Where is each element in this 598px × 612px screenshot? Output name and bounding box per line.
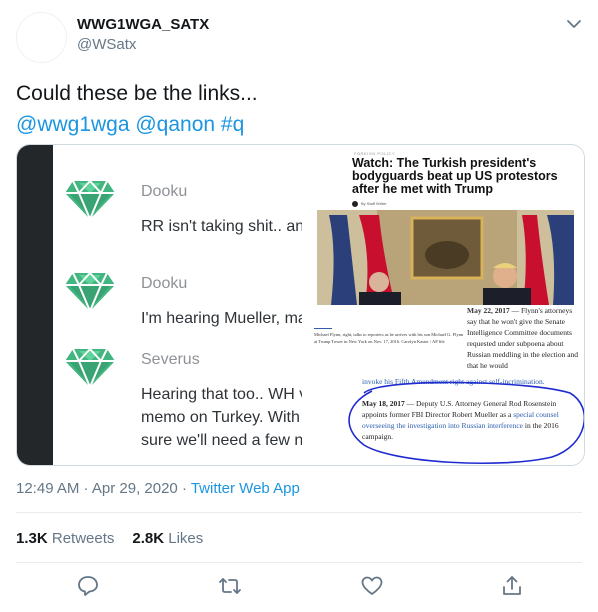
article-date: May 18, 2017 <box>362 399 405 408</box>
retweets-count: 1.3K <box>16 530 48 547</box>
divider <box>16 562 582 563</box>
divider <box>16 512 582 513</box>
article-link: invoke his Fifth Amendment right against… <box>362 377 545 386</box>
caption-credit: Carolyn Kaster / AP file <box>401 339 445 344</box>
tweet-media-image[interactable]: Dooku RR isn't taking shit.. an Dooku I'… <box>16 144 585 466</box>
chat-screenshot: Dooku RR isn't taking shit.. an Dooku I'… <box>17 145 302 465</box>
chat-author: Severus <box>141 351 200 368</box>
tweet-timestamp[interactable]: 12:49 AM · Apr 29, 2020 · <box>16 480 191 497</box>
retweet-icon[interactable] <box>218 574 242 598</box>
author-handle[interactable]: @WSatx <box>77 36 136 53</box>
likes-count: 2.8K <box>132 530 165 547</box>
chat-author: Dooku <box>141 183 188 200</box>
likes-label: Likes <box>168 530 204 547</box>
photo-caption: Michael Flynn, right, talks to reporters… <box>314 328 464 345</box>
chat-body: Hearing that too.. WH v memo on Turkey. … <box>141 383 302 452</box>
share-icon[interactable] <box>500 574 524 598</box>
chat-body-line: Hearing that too.. WH v <box>141 386 302 403</box>
chat-message: Dooku RR isn't taking shit.. an <box>53 153 302 243</box>
chat-sidebar <box>17 145 53 465</box>
byline-text: By Staff Writer <box>361 201 387 207</box>
news-photo <box>317 210 574 305</box>
tweet-client[interactable]: Twitter Web App <box>191 480 300 497</box>
tweet-text-line: Could these be the links... <box>16 82 258 105</box>
tweet-mentions-hashtags[interactable]: @wwg1wga @qanon #q <box>16 109 576 140</box>
likes-stat[interactable]: 2.8K Likes <box>132 530 203 547</box>
author-display-name[interactable]: WWG1WGA_SATX <box>77 16 209 33</box>
tweet-card: WWG1WGA_SATX @WSatx Could these be the l… <box>0 0 598 612</box>
news-article-screenshot: FOREIGN POLICY Watch: The Turkish presid… <box>302 145 584 465</box>
chat-message: Severus Hearing that too.. WH v memo on … <box>53 321 302 461</box>
caption-rule <box>314 328 332 329</box>
byline-avatar <box>352 201 358 207</box>
article-byline: By Staff Writer <box>352 201 387 207</box>
chat-body-line: sure we'll need a few n <box>141 432 302 449</box>
gem-avatar-icon <box>65 348 115 389</box>
chat-body: RR isn't taking shit.. an <box>141 218 302 235</box>
chat-author: Dooku <box>141 275 188 292</box>
tweet-metadata: 12:49 AM · Apr 29, 2020 · Twitter Web Ap… <box>16 480 300 497</box>
reply-icon[interactable] <box>76 574 100 598</box>
retweets-label: Retweets <box>51 530 115 547</box>
chat-body-line: memo on Turkey. With <box>141 409 300 426</box>
tweet-actions <box>0 574 598 604</box>
article-headline: Watch: The Turkish president's bodyguard… <box>352 156 558 196</box>
article-paragraph: May 22, 2017 — Flynn's attorneys say tha… <box>467 305 579 371</box>
tweet-text: Could these be the links... @wwg1wga @qa… <box>16 78 576 140</box>
gem-avatar-icon <box>65 272 115 313</box>
retweets-stat[interactable]: 1.3K Retweets <box>16 530 114 547</box>
like-icon[interactable] <box>360 574 384 598</box>
article-paragraph: May 18, 2017 — Deputy U.S. Attorney Gene… <box>362 398 572 442</box>
article-text: — Flynn's attorneys say that he won't gi… <box>467 306 579 370</box>
avatar[interactable] <box>16 12 67 63</box>
gem-avatar-icon <box>65 180 115 221</box>
article-date: May 22, 2017 <box>467 306 510 315</box>
tweet-stats: 1.3K Retweets 2.8K Likes <box>16 530 203 547</box>
chevron-down-icon[interactable] <box>564 14 584 34</box>
